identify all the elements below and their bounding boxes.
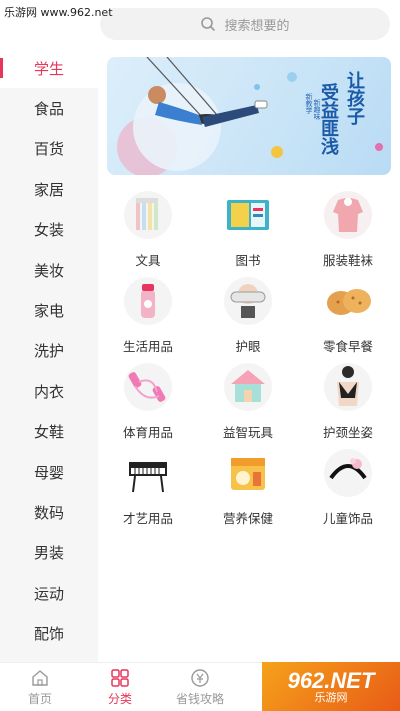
watermark-corner: 962.NET 乐游网 (262, 662, 400, 711)
category-label: 文具 (135, 253, 161, 268)
category-educational-toys[interactable]: 益智玩具 (198, 356, 298, 442)
sidebar-item-food[interactable]: 食品 (0, 88, 98, 128)
watermark-corner-big: 962.NET (287, 667, 375, 693)
books-icon (223, 190, 273, 240)
banner-slogan: 让孩子 受益匪浅 新教学 新趣味 (304, 67, 376, 167)
category-label: 体育用品 (122, 425, 173, 440)
category-books[interactable]: 图书 (198, 184, 298, 270)
category-posture[interactable]: 护颈坐姿 (298, 356, 398, 442)
keyboard-icon (123, 448, 173, 498)
category-clothing[interactable]: 服装鞋袜 (298, 184, 398, 270)
category-label: 营养保健 (222, 511, 273, 526)
sidebar-item-mens-clothing[interactable]: 男装 (0, 533, 98, 573)
category-label: 服装鞋袜 (322, 253, 373, 268)
money-icon (191, 669, 209, 687)
banner-line1: 让孩子 (344, 71, 365, 125)
category-eye-care[interactable]: 护眼 (198, 270, 298, 356)
pens-icon (123, 190, 173, 240)
search-placeholder: 搜索想要的 (224, 18, 290, 34)
promo-banner[interactable]: 让孩子 受益匪浅 新教学 新趣味 (107, 57, 391, 175)
sidebar-item-student[interactable]: 学生 (0, 48, 98, 89)
sidebar-item-home[interactable]: 家居 (0, 169, 98, 209)
posture-brace-icon (323, 362, 373, 412)
category-icon (111, 669, 129, 687)
sidebar-item-womens-shoes[interactable]: 女鞋 (0, 412, 98, 452)
sidebar-item-care[interactable]: 洗护 (0, 331, 98, 371)
banner-line2: 受益匪浅 (318, 83, 339, 155)
category-label: 图书 (235, 253, 261, 268)
category-label: 零食早餐 (322, 339, 373, 354)
home-icon (32, 670, 48, 686)
sidebar-item-underwear[interactable]: 内衣 (0, 371, 98, 411)
sidebar-item-general[interactable]: 百货 (0, 129, 98, 169)
sidebar-item-digital[interactable]: 数码 (0, 492, 98, 532)
headband-icon (323, 448, 373, 498)
watermark-corner-small: 乐游网 (314, 690, 348, 704)
category-label: 生活用品 (122, 339, 173, 354)
sidebar-item-beauty[interactable]: 美妆 (0, 250, 98, 290)
banner-small2: 新趣味 (313, 99, 321, 120)
tab-category[interactable]: 分类 (80, 663, 160, 711)
sidebar-item-sports[interactable]: 运动 (0, 573, 98, 613)
category-sidebar: 学生 食品 百货 家居 女装 美妆 家电 洗护 内衣 女鞋 母婴 数码 男装 运… (0, 48, 98, 662)
milk-powder-icon (223, 448, 273, 498)
tab-label: 首页 (27, 692, 52, 706)
biscuits-icon (323, 276, 373, 326)
sidebar-item-baby[interactable]: 母婴 (0, 452, 98, 492)
category-label: 护颈坐姿 (322, 425, 373, 440)
category-snacks[interactable]: 零食早餐 (298, 270, 398, 356)
sidebar-item-accessories[interactable]: 配饰 (0, 613, 98, 653)
sidebar-item-appliances[interactable]: 家电 (0, 290, 98, 330)
category-label: 才艺用品 (122, 511, 173, 526)
jump-rope-icon (123, 362, 173, 412)
tab-savings-guide[interactable]: 省钱攻略 (160, 663, 240, 711)
tab-home[interactable]: 首页 (0, 663, 80, 711)
toy-house-icon (223, 362, 273, 412)
tab-label: 分类 (107, 692, 132, 706)
category-label: 护眼 (235, 339, 261, 354)
coat-icon (323, 190, 373, 240)
eye-massager-icon (223, 276, 273, 326)
tab-label: 省钱攻略 (175, 692, 224, 706)
category-label: 益智玩具 (222, 425, 273, 440)
watermark-top: 乐游网 www.962.net (4, 6, 113, 19)
bottle-icon (123, 276, 173, 326)
category-label: 儿童饰品 (322, 511, 373, 526)
category-talent[interactable]: 才艺用品 (98, 442, 198, 528)
search-icon (201, 17, 216, 31)
category-kids-accessories[interactable]: 儿童饰品 (298, 442, 398, 528)
category-stationery[interactable]: 文具 (98, 184, 198, 270)
sidebar-item-womens-clothing[interactable]: 女装 (0, 210, 98, 250)
category-nutrition[interactable]: 营养保健 (198, 442, 298, 528)
category-daily-use[interactable]: 生活用品 (98, 270, 198, 356)
category-sports-goods[interactable]: 体育用品 (98, 356, 198, 442)
search-input[interactable]: 搜索想要的 (100, 8, 390, 40)
